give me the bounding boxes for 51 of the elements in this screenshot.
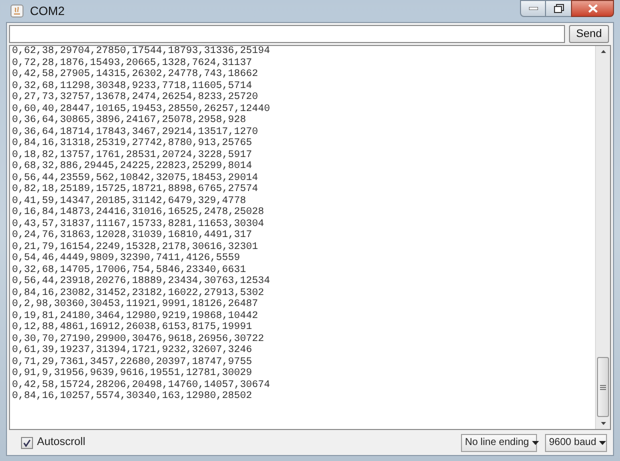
output-line: 0,42,58,27905,14315,26302,24778,743,18662	[12, 69, 258, 80]
output-line: 0,60,40,28447,10165,19453,28550,26257,12440	[12, 104, 270, 115]
minimize-button[interactable]	[520, 0, 546, 17]
output-line: 0,61,39,19237,31394,1721,9232,32607,3246	[12, 345, 252, 356]
output-line: 0,32,68,11298,30348,9233,7718,11605,5714	[12, 80, 252, 92]
output-line: 0,32,68,14705,17006,754,5846,23340,6631	[12, 264, 246, 276]
send-field[interactable]	[9, 25, 565, 43]
output-line: 0,42,58,15724,28206,20498,14760,14057,30674	[12, 380, 270, 391]
output-line: 0,91,9,31956,9639,9616,19551,12781,30029	[12, 368, 252, 380]
output-line: 0,21,79,16154,2249,15328,2178,30616,32301	[12, 242, 258, 253]
output-line: 0,41,59,14347,20185,31142,6479,329,4778	[12, 196, 246, 207]
close-icon	[588, 4, 598, 13]
output-line: 0,19,81,24180,3464,12980,9219,19868,10442	[12, 310, 258, 322]
grip-icon	[600, 384, 606, 390]
output-line: 0,43,57,31837,11167,15733,8281,11653,30304	[12, 218, 264, 230]
output-line: 0,36,64,18714,17843,3467,29214,13517,1270	[12, 126, 258, 138]
output-line: 0,71,29,7361,3457,22680,20397,18747,9755	[12, 356, 252, 368]
checkmark-icon	[23, 438, 31, 446]
output-line: 0,54,46,4449,9809,32390,7411,4126,5559	[12, 253, 240, 264]
maximize-button[interactable]	[546, 0, 571, 17]
output-line: 0,62,38,29704,27850,17544,18793,31336,25194	[12, 46, 270, 58]
output-line: 0,72,28,1876,15493,20665,1328,7624,31137	[12, 58, 252, 69]
output-line: 0,12,88,4861,16912,26038,6153,8175,19991	[12, 322, 252, 334]
output-line: 0,2,98,30360,30453,11921,9991,18126,26487	[12, 299, 258, 310]
output-line: 0,84,16,31318,25319,27742,8780,913,25765	[12, 138, 252, 150]
minimize-icon	[528, 7, 538, 10]
output-line: 0,82,18,25189,15725,18721,8898,6765,27574	[12, 184, 258, 196]
scrollbar-thumb[interactable]	[597, 357, 609, 417]
restore-icon	[554, 4, 564, 13]
output-line: 0,68,32,886,29445,24225,22823,25299,8014	[12, 161, 252, 172]
caret-icon	[532, 440, 539, 444]
output-line: 0,56,44,23918,20276,18889,23434,30763,12534	[12, 276, 270, 288]
output-line: 0,27,73,32757,13678,2474,26254,8233,25720	[12, 92, 258, 104]
output-line: 0,56,44,23559,562,10842,32075,18453,29014	[12, 172, 258, 184]
java-icon	[10, 4, 24, 18]
caret-icon	[599, 440, 606, 444]
baud-rate-dropdown[interactable]: 9600 baud	[545, 434, 607, 452]
output-line: 0,30,70,27190,29900,30476,9618,26956,30722	[12, 334, 264, 345]
output-line: 0,36,64,30865,3896,24167,25078,2958,928	[12, 115, 246, 126]
output-line: 0,84,16,23082,31452,23182,16022,27913,5302	[12, 288, 264, 299]
close-button[interactable]	[571, 0, 614, 17]
autoscroll-label: Autoscroll	[37, 435, 86, 450]
output-line: 0,24,76,31863,12028,31039,16810,4491,317	[12, 230, 252, 242]
send-button[interactable]: Send	[569, 25, 609, 43]
output-line: 0,84,16,10257,5574,30340,163,12980,28502	[12, 391, 252, 402]
autoscroll-checkbox[interactable]	[21, 436, 33, 448]
output-line: 0,16,84,14873,24416,31016,16525,2478,25028	[12, 207, 264, 218]
scrollbar[interactable]	[595, 46, 610, 429]
output-line: 0,18,82,13757,1761,28531,20724,3228,5917	[12, 150, 252, 161]
window-title: COM2	[30, 3, 65, 20]
line-ending-dropdown[interactable]: No line ending	[461, 434, 537, 452]
